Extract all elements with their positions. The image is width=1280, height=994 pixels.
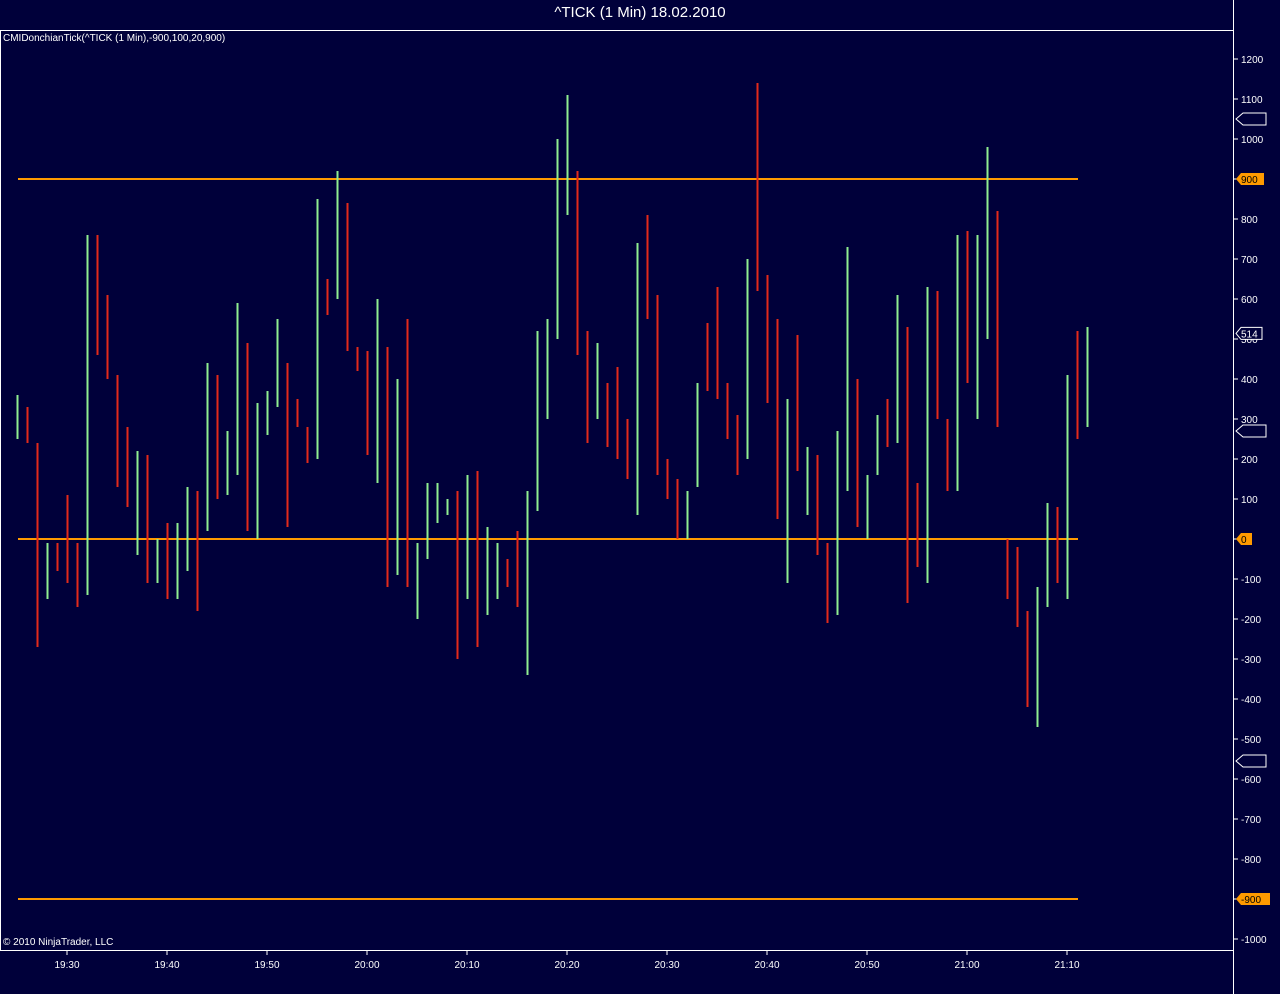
y-tick-label: 1000 — [1241, 135, 1264, 146]
y-tick-label: 700 — [1241, 255, 1258, 266]
price-marker — [1235, 754, 1267, 768]
y-tick-label: 600 — [1241, 295, 1258, 306]
y-tick-label: 300 — [1241, 415, 1258, 426]
y-tick-label: -100 — [1241, 575, 1261, 586]
x-tick-label: 19:40 — [154, 960, 179, 971]
level-marker-label: 0 — [1241, 535, 1247, 546]
price-marker — [1235, 112, 1267, 126]
y-tick-label: 400 — [1241, 375, 1258, 386]
indicator-label: CMIDonchianTick(^TICK (1 Min),-900,100,2… — [3, 33, 226, 44]
level-marker-label: -900 — [1241, 895, 1261, 906]
x-tick-label: 19:30 — [54, 960, 79, 971]
chart-frame — [0, 0, 1234, 994]
x-axis[interactable]: 19:30 19:40 19:50 20:00 20:10 20:20 20:30 20:40… — [54, 950, 1080, 971]
axis-markers: 900 0 -900 514 — [1235, 112, 1270, 906]
x-tick-label: 19:50 — [254, 960, 279, 971]
y-tick-label: 800 — [1241, 215, 1258, 226]
y-axis[interactable]: 1200110010009008007006005004003002001000… — [1233, 55, 1267, 946]
x-tick-label: 20:40 — [754, 960, 779, 971]
x-tick-label: 21:10 — [1054, 960, 1079, 971]
y-tick-label: -400 — [1241, 695, 1261, 706]
x-tick-label: 20:10 — [454, 960, 479, 971]
copyright-text: © 2010 NinjaTrader, LLC — [3, 937, 114, 948]
x-tick-label: 20:20 — [554, 960, 579, 971]
y-tick-label: -300 — [1241, 655, 1261, 666]
y-tick-label: 200 — [1241, 455, 1258, 466]
x-tick-label: 21:00 — [954, 960, 979, 971]
y-tick-label: -800 — [1241, 855, 1261, 866]
y-tick-label: -600 — [1241, 775, 1261, 786]
y-tick-label: 1100 — [1241, 95, 1263, 106]
x-tick-label: 20:50 — [854, 960, 879, 971]
y-tick-label: -1000 — [1241, 935, 1267, 946]
last-value-label: 514 — [1241, 329, 1258, 340]
y-tick-label: -500 — [1241, 735, 1261, 746]
y-tick-label: -700 — [1241, 815, 1261, 826]
level-marker-label: 900 — [1241, 175, 1258, 186]
price-marker — [1235, 424, 1267, 438]
price-chart[interactable]: 1200110010009008007006005004003002001000… — [0, 0, 1280, 994]
y-tick-label: 1200 — [1241, 55, 1264, 66]
y-tick-label: -200 — [1241, 615, 1261, 626]
plot-border — [0, 30, 1234, 951]
x-tick-label: 20:30 — [654, 960, 679, 971]
x-tick-label: 20:00 — [354, 960, 379, 971]
y-tick-label: 100 — [1241, 495, 1258, 506]
